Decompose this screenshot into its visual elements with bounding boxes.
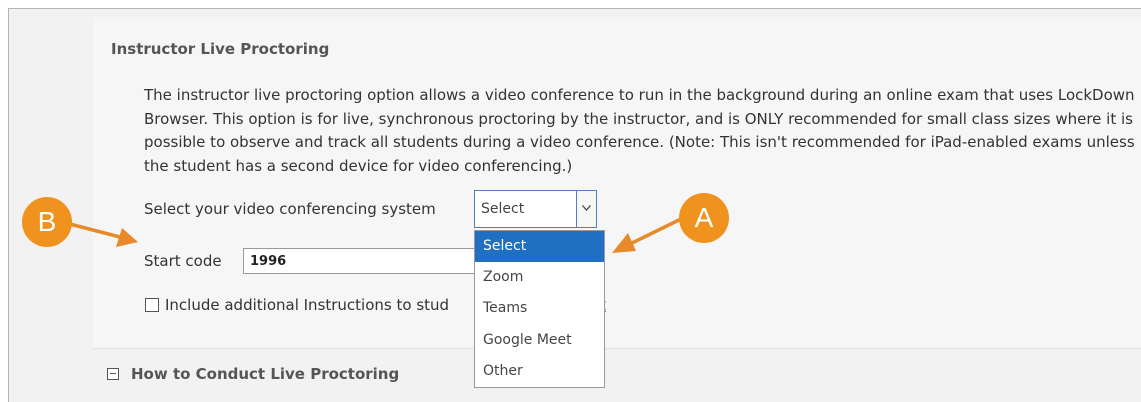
annotation-arrows bbox=[61, 216, 684, 253]
arrow-b-icon bbox=[61, 220, 138, 247]
arrow-a-icon bbox=[612, 216, 684, 253]
callout-a-badge: A bbox=[679, 193, 729, 243]
callout-b-badge: B bbox=[22, 197, 72, 247]
